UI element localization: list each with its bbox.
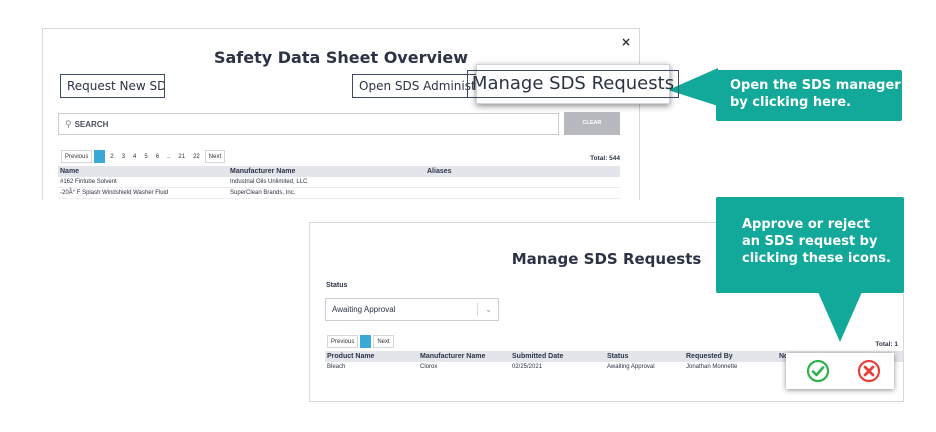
- pager-page-21[interactable]: 21: [175, 150, 189, 163]
- tooltip-line: Open the SDS manager: [730, 78, 901, 93]
- column-header-aliases[interactable]: Aliases: [427, 166, 452, 177]
- cell-manufacturer: Clorox: [420, 364, 438, 370]
- clear-button[interactable]: CLEAR: [564, 112, 620, 135]
- pager-page-4[interactable]: 4: [130, 150, 140, 163]
- cell-requested-by: Jonathan Monnette: [686, 364, 738, 370]
- manage-sds-requests-zoom: Manage SDS Requests: [466, 64, 680, 104]
- reject-x-icon[interactable]: [857, 359, 881, 383]
- pager-page-3[interactable]: 3: [118, 150, 129, 163]
- table-row[interactable]: #162 Fintube Solvent Industrial Oils Unl…: [58, 177, 620, 188]
- cell-name: -20Â° F Splash Windshield Washer Fluid: [60, 190, 169, 196]
- cell-manufacturer: Industrial Oils Unlimited, LLC: [230, 179, 308, 185]
- column-header-name[interactable]: Name: [60, 166, 79, 177]
- tooltip-line: clicking these icons.: [742, 251, 891, 266]
- pager-page-6[interactable]: 6: [152, 150, 163, 163]
- action-icons-zoom: [786, 353, 894, 389]
- sds-overview-modal: × Safety Data Sheet Overview Request New…: [42, 28, 640, 200]
- tooltip-line: an SDS request by: [742, 234, 878, 249]
- close-icon[interactable]: ×: [621, 35, 631, 49]
- tooltip-open-manager: Open the SDS manager by clicking here.: [716, 70, 902, 121]
- column-header-manufacturer[interactable]: Manufacturer Name: [420, 351, 485, 362]
- search-placeholder: SEARCH: [74, 120, 109, 129]
- pager-next[interactable]: Next: [204, 150, 226, 163]
- request-new-sds-button[interactable]: Request New SDS: [60, 74, 165, 98]
- column-header-status[interactable]: Status: [607, 351, 628, 362]
- pagination: Previous 1 Next: [327, 335, 394, 348]
- cell-status: Awaiting Approval: [607, 364, 655, 370]
- pager-previous[interactable]: Previous: [327, 335, 359, 348]
- cell-product-name: Bleach: [327, 364, 346, 370]
- cell-submitted-date: 02/25/2021: [512, 364, 543, 370]
- pager-ellipsis: ..: [164, 150, 174, 163]
- status-label: Status: [326, 282, 348, 289]
- column-header-manufacturer[interactable]: Manufacturer Name: [230, 166, 295, 177]
- tooltip-approve-reject: Approve or reject an SDS request by clic…: [716, 197, 904, 293]
- pager-page-1[interactable]: 1: [360, 335, 372, 348]
- search-icon: ⚲: [65, 119, 72, 129]
- pager-next[interactable]: Next: [373, 335, 394, 348]
- column-header-product-name[interactable]: Product Name: [327, 351, 374, 362]
- chevron-down-icon: ⌄: [485, 305, 492, 314]
- manage-sds-requests-button[interactable]: Manage SDS Requests: [466, 70, 680, 98]
- tooltip-arrow: [818, 292, 862, 342]
- search-input[interactable]: ⚲ SEARCH: [58, 113, 559, 135]
- column-header-submitted-date[interactable]: Submitted Date: [512, 351, 563, 362]
- pager-page-5[interactable]: 5: [141, 150, 151, 163]
- table-row[interactable]: -20Â° F Splash Windshield Washer Fluid S…: [58, 188, 620, 199]
- status-select[interactable]: Awaiting Approval ⌄: [325, 298, 499, 321]
- cell-name: #162 Fintube Solvent: [60, 179, 117, 185]
- total-count: Total: 1: [875, 341, 898, 348]
- pager-page-1[interactable]: 1: [94, 150, 106, 163]
- tooltip-line: Approve or reject: [742, 217, 871, 232]
- column-header-requested-by[interactable]: Requested By: [686, 351, 733, 362]
- pagination: Previous 1 2 3 4 5 6 .. 21 22 Next: [61, 150, 226, 163]
- pager-page-22[interactable]: 22: [190, 150, 203, 163]
- status-select-value: Awaiting Approval: [332, 305, 396, 314]
- total-count: Total: 544: [590, 155, 620, 162]
- tooltip-line: by clicking here.: [730, 95, 852, 110]
- cell-manufacturer: SuperClean Brands, Inc.: [230, 190, 296, 196]
- pager-previous[interactable]: Previous: [61, 150, 93, 163]
- pager-page-2[interactable]: 2: [107, 150, 117, 163]
- approve-check-icon[interactable]: [806, 359, 830, 383]
- open-sds-administration-button[interactable]: Open SDS Administratio: [352, 74, 486, 98]
- table-header: Name Manufacturer Name Aliases: [58, 166, 620, 177]
- select-separator: [477, 303, 478, 316]
